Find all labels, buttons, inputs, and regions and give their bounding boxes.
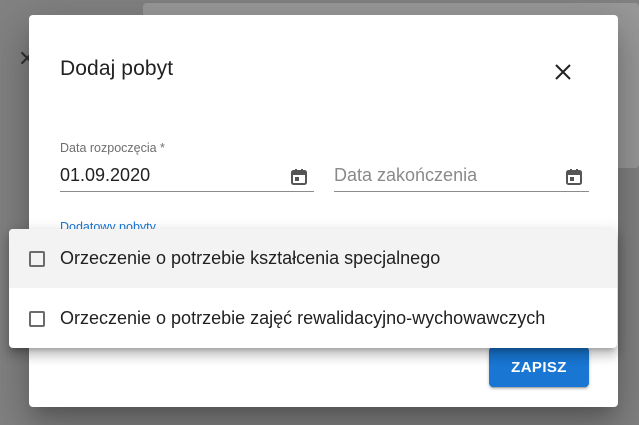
certificate-menu: Orzeczenie o potrzebie kształcenia specj…	[9, 229, 617, 348]
close-icon	[555, 64, 571, 80]
start-date-label: Data rozpoczęcia *	[60, 141, 165, 155]
start-date-field[interactable]: Data rozpoczęcia * 01.09.2020	[60, 141, 314, 192]
end-date-field[interactable]: Data zakończenia	[334, 141, 589, 192]
checkbox-icon[interactable]	[29, 310, 45, 327]
save-button[interactable]: ZAPISZ	[489, 347, 589, 387]
menu-item-label: Orzeczenie o potrzebie kształcenia specj…	[60, 248, 441, 268]
calendar-icon[interactable]	[290, 168, 308, 186]
checkbox-icon[interactable]	[29, 250, 45, 267]
add-stay-dialog: Dodaj pobyt Data rozpoczęcia * 01.09.202…	[29, 15, 618, 407]
start-date-value[interactable]: 01.09.2020	[60, 165, 150, 186]
menu-item-label: Orzeczenie o potrzebie zajęć rewalidacyj…	[60, 308, 546, 328]
menu-item-special-education[interactable]: Orzeczenie o potrzebie kształcenia specj…	[9, 229, 617, 288]
end-date-placeholder: Data zakończenia	[334, 165, 478, 185]
close-button[interactable]	[546, 55, 580, 89]
dialog-title: Dodaj pobyt	[60, 57, 174, 80]
menu-item-revalidation-classes[interactable]: Orzeczenie o potrzebie zajęć rewalidacyj…	[9, 289, 617, 348]
calendar-icon[interactable]	[565, 168, 583, 186]
